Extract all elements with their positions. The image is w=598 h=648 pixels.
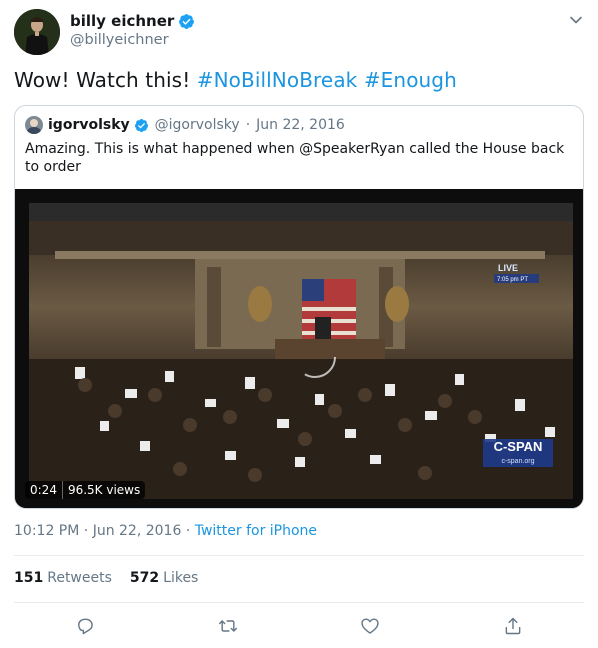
author-avatar[interactable] [14, 9, 60, 55]
tweet-actions [14, 612, 584, 640]
meta-separator: · [245, 117, 251, 133]
hashtag-nobillnobreak[interactable]: #NoBillNoBreak [197, 68, 358, 92]
divider [14, 555, 584, 556]
quoted-author-handle[interactable]: @igorvolsky [155, 117, 240, 133]
likes-stat[interactable]: 572 Likes [130, 570, 198, 586]
share-icon[interactable] [503, 616, 523, 636]
likes-count: 572 [129, 570, 160, 586]
tweet-body-text: Wow! Watch this! [14, 68, 197, 92]
reply-icon[interactable] [75, 616, 95, 636]
tweet-text: Wow! Watch this! #NoBillNoBreak #Enough [14, 68, 457, 92]
quoted-tweet-card[interactable]: igorvolsky @igorvolsky · Jun 22, 2016 Am… [14, 105, 584, 509]
tweet-date[interactable]: Jun 22, 2016 [93, 523, 182, 539]
retweets-label: Retweets [47, 570, 112, 586]
chevron-down-icon[interactable] [568, 12, 584, 28]
video-duration: 0:24 [25, 481, 63, 499]
author-handle[interactable]: @billyeichner [70, 32, 169, 48]
hashtag-enough[interactable]: #Enough [364, 68, 457, 92]
tweet-time[interactable]: 10:12 PM [14, 523, 79, 539]
divider [14, 602, 584, 603]
heart-icon[interactable] [360, 616, 380, 636]
network-logo: C-SPAN [494, 439, 543, 454]
live-label: LIVE [498, 263, 518, 273]
retweets-count: 151 [14, 570, 44, 586]
video-badge: 0:24 96.5K views [25, 481, 146, 499]
quoted-tweet-text: Amazing. This is what happened when @Spe… [25, 141, 565, 175]
tweet-header: billy eichner @billyeichner [14, 9, 588, 57]
verified-badge-icon [134, 118, 148, 132]
network-url: c-span.org [501, 458, 534, 465]
video-views: 96.5K views [62, 481, 146, 499]
retweet-icon[interactable] [218, 616, 238, 636]
meta-separator: · [185, 523, 191, 539]
author-display-name[interactable]: billy eichner [70, 12, 174, 30]
retweets-stat[interactable]: 151 Retweets [14, 570, 112, 586]
tweet-source-link[interactable]: Twitter for iPhone [195, 523, 317, 539]
meta-separator: · [83, 523, 89, 539]
live-time: 7:05 pm PT [497, 277, 528, 283]
tweet-timestamp: 10:12 PM · Jun 22, 2016 · Twitter for iP… [14, 523, 317, 539]
video-frame: C-SPAN c-span.org LIVE 7:05 pm PT [15, 189, 583, 508]
quoted-author-name[interactable]: igorvolsky [48, 117, 130, 133]
video-player[interactable]: C-SPAN c-span.org LIVE 7:05 pm PT 0:24 9… [15, 189, 583, 508]
likes-label: Likes [163, 570, 199, 586]
avatar-image [14, 9, 60, 55]
verified-badge-icon [179, 13, 195, 29]
quoted-author-avatar[interactable] [25, 116, 43, 134]
quoted-date[interactable]: Jun 22, 2016 [256, 117, 345, 133]
tweet-stats: 151 Retweets 572 Likes [14, 570, 216, 586]
